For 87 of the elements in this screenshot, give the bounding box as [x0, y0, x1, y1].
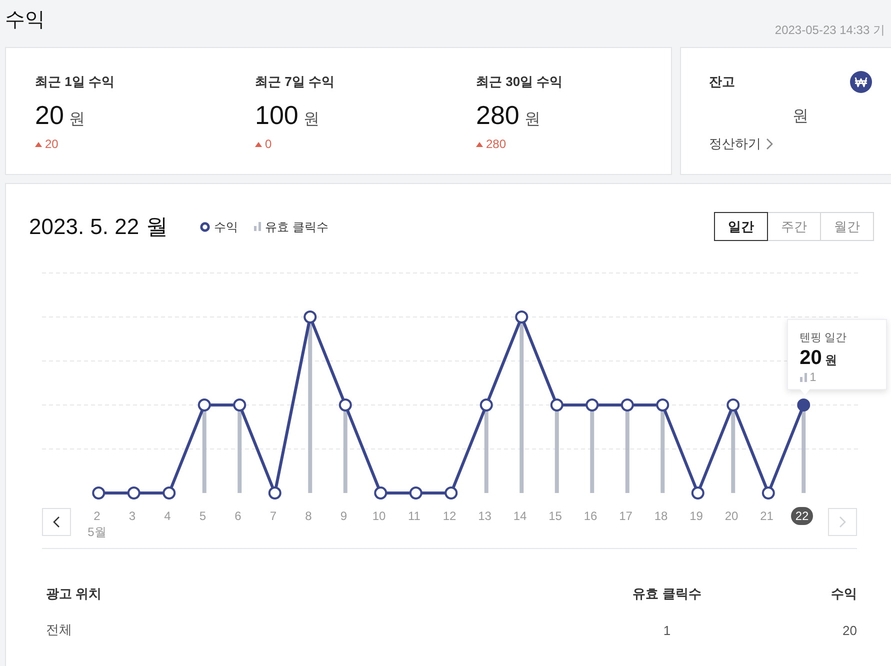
day-label[interactable]: 3	[128, 508, 136, 524]
data-point[interactable]	[620, 398, 634, 412]
data-point[interactable]	[338, 398, 352, 412]
data-point[interactable]	[691, 486, 704, 500]
table-cell-text: 전체	[46, 621, 73, 639]
day-label[interactable]: 12	[442, 508, 456, 524]
stat-value: 20	[35, 100, 64, 130]
up-triangle-icon	[35, 142, 42, 146]
tooltip-value: 20	[800, 346, 822, 370]
period-tab[interactable]: 월간	[820, 212, 874, 241]
data-point[interactable]	[444, 486, 458, 500]
column-header: 수익	[830, 585, 857, 603]
data-point[interactable]	[268, 486, 282, 500]
up-triangle-icon	[255, 142, 262, 146]
period-tab[interactable]: 일간	[714, 212, 768, 241]
day-label[interactable]: 2	[94, 508, 100, 524]
stat-unit: 원	[68, 110, 85, 130]
day-label[interactable]: 7	[270, 508, 277, 524]
day-label[interactable]: 11	[408, 508, 420, 524]
data-point[interactable]	[304, 310, 317, 324]
day-label[interactable]: 19	[690, 508, 703, 524]
day-label[interactable]: 22	[791, 507, 813, 525]
table-cell-text: 20	[842, 622, 857, 638]
data-point[interactable]	[550, 398, 564, 412]
day-label[interactable]: 10	[372, 508, 386, 524]
stat-label: 최근 1일 수익	[35, 74, 114, 90]
report-weekday: 월	[146, 212, 168, 240]
stat-label: 최근 30일 수익	[476, 74, 563, 90]
ring-marker-icon	[200, 222, 210, 232]
tooltip-title: 텐핑 일간	[800, 331, 848, 345]
data-point[interactable]	[233, 398, 246, 412]
data-point[interactable]	[127, 486, 140, 500]
day-label[interactable]: 5	[199, 508, 206, 524]
chevron-right-icon	[766, 138, 773, 150]
page-title: 수익	[5, 8, 45, 33]
legend-label: 유효 클릭수	[265, 218, 328, 234]
column-header: 유효 클릭수	[632, 585, 702, 603]
data-point[interactable]	[515, 310, 528, 324]
chevron-right-icon	[839, 516, 846, 528]
data-point[interactable]	[656, 398, 670, 412]
balance-label: 잔고	[709, 74, 735, 90]
data-point[interactable]	[797, 398, 810, 412]
bar-chart-icon	[800, 372, 807, 382]
day-label[interactable]: 6	[234, 508, 242, 524]
day-label[interactable]: 18	[654, 508, 668, 524]
stat-value: 280	[476, 100, 520, 130]
bar-marker-icon	[254, 222, 262, 231]
stat-change: 0	[265, 137, 272, 151]
day-label[interactable]: 17	[619, 508, 632, 524]
table-cell-text: 1	[662, 622, 672, 638]
data-point[interactable]	[92, 486, 106, 500]
settle-link[interactable]: 정산하기	[709, 136, 773, 152]
day-label[interactable]: 4	[164, 508, 171, 524]
data-point[interactable]	[762, 486, 775, 500]
column-header: 광고 위치	[46, 585, 103, 603]
data-point[interactable]	[162, 486, 176, 500]
stat-change: 20	[45, 137, 58, 151]
data-point[interactable]	[374, 486, 388, 500]
data-point[interactable]	[198, 398, 211, 412]
up-triangle-icon	[476, 142, 483, 146]
stat-unit: 원	[524, 110, 540, 130]
tooltip-clicks: 1	[810, 370, 816, 384]
data-point[interactable]	[480, 398, 493, 412]
day-label[interactable]: 15	[548, 508, 562, 524]
updated-timestamp: 2023-05-23 14:33 기	[774, 22, 886, 39]
data-point[interactable]	[726, 398, 740, 412]
period-tab[interactable]: 주간	[767, 212, 821, 241]
day-label[interactable]: 8	[305, 508, 312, 524]
legend-label: 수익	[214, 218, 238, 234]
day-label[interactable]: 16	[584, 508, 598, 524]
report-date: 2023. 5. 22	[29, 212, 140, 240]
balance-unit: 원	[792, 107, 808, 127]
stat-unit: 원	[303, 110, 320, 130]
stat-label: 최근 7일 수익	[255, 74, 334, 90]
data-point[interactable]	[409, 486, 422, 500]
won-coin-icon	[850, 71, 872, 93]
day-label[interactable]: 14	[513, 508, 527, 524]
day-label[interactable]: 21	[760, 508, 774, 524]
tooltip-unit: 원	[824, 352, 837, 369]
day-label[interactable]: 9	[340, 508, 348, 524]
chevron-left-icon	[53, 516, 60, 528]
month-label: 5월	[88, 524, 106, 540]
day-label[interactable]: 13	[478, 508, 492, 524]
data-point[interactable]	[586, 398, 599, 412]
stat-change: 280	[486, 137, 506, 151]
stat-value: 100	[255, 100, 298, 130]
day-label[interactable]: 20	[724, 508, 738, 524]
